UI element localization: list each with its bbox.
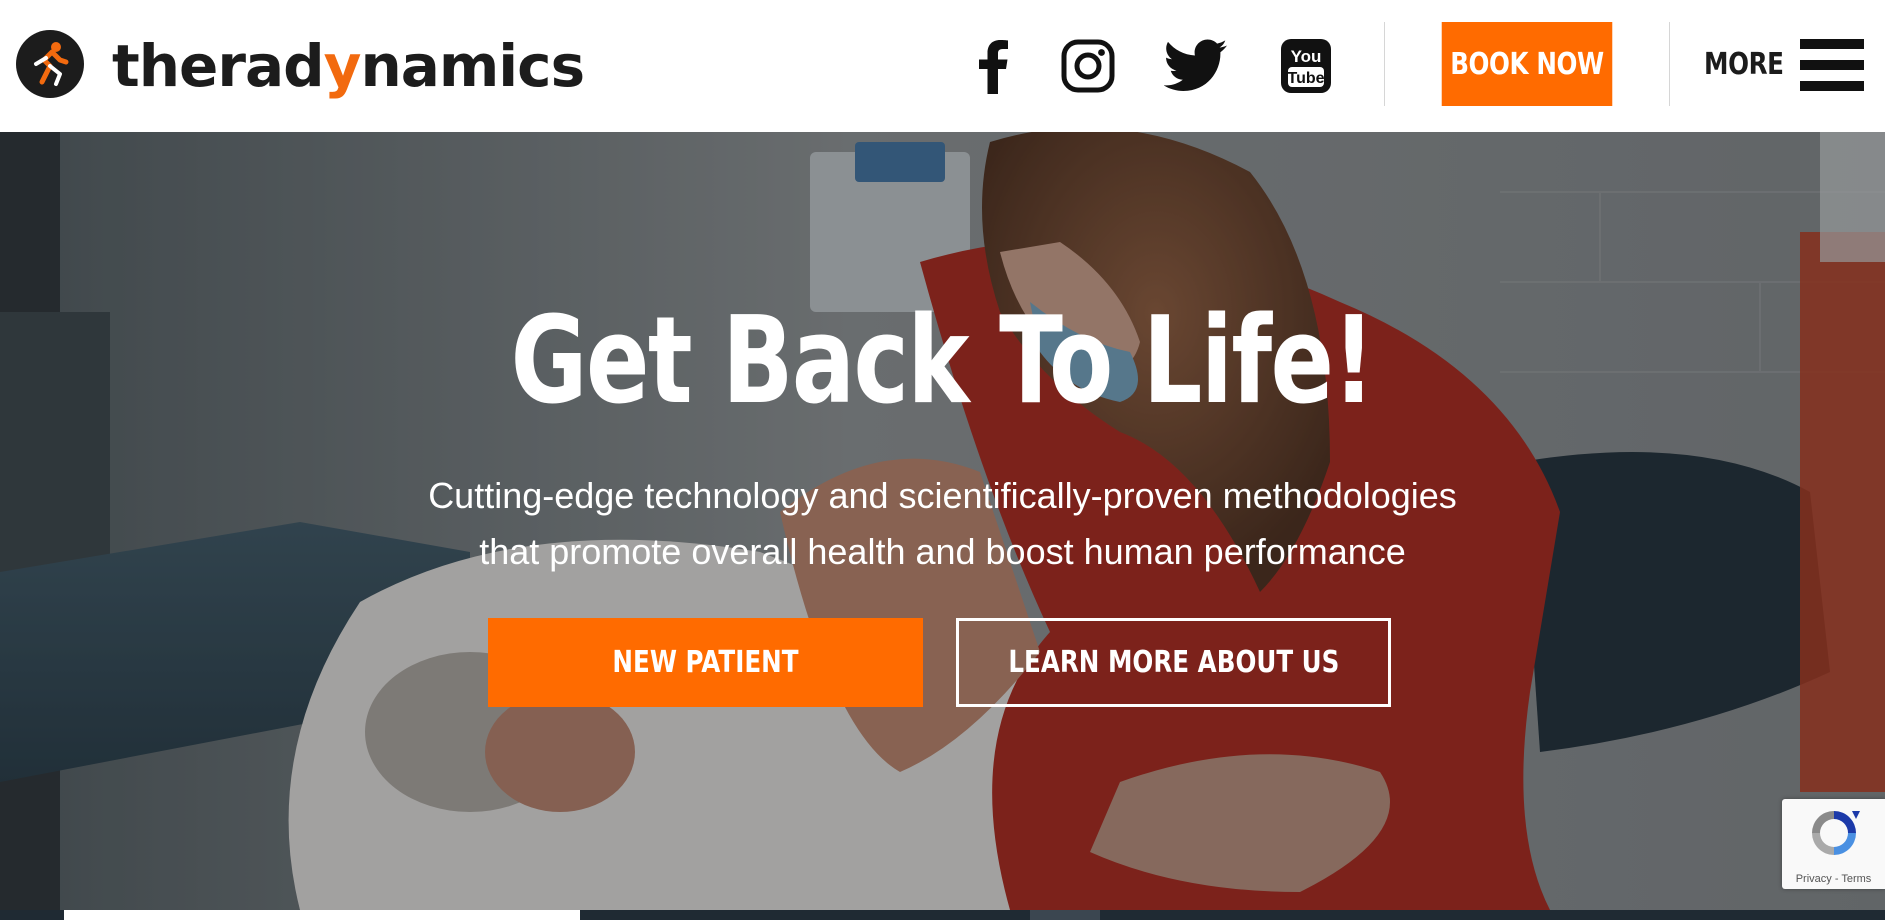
recaptcha-separator: -	[1831, 873, 1842, 885]
header-divider	[1669, 22, 1670, 106]
book-now-button[interactable]: BOOK NOW	[1441, 22, 1613, 106]
youtube-icon[interactable]: You Tube	[1277, 36, 1335, 96]
learn-more-button[interactable]: LEARN MORE ABOUT US	[956, 618, 1391, 707]
hero-subtitle: Cutting-edge technology and scientifical…	[0, 468, 1885, 580]
hero-subtitle-line-1: Cutting-edge technology and scientifical…	[428, 475, 1457, 516]
logo-text-suffix: namics	[360, 32, 585, 100]
instagram-icon[interactable]	[1058, 36, 1118, 96]
site-header: theradynamics You Tube BOOK NOW MORE	[0, 0, 1885, 132]
logo-runner-icon[interactable]	[16, 30, 84, 98]
youtube-tube-text: Tube	[1287, 70, 1324, 87]
next-section-block	[1030, 910, 1100, 920]
recaptcha-privacy-link[interactable]: Privacy	[1796, 873, 1832, 885]
more-menu-button[interactable]: MORE	[1704, 30, 1874, 98]
header-divider	[1384, 22, 1385, 106]
hero-title: Get Back To Life!	[0, 292, 1885, 432]
recaptcha-badge[interactable]: Privacy - Terms	[1782, 799, 1885, 889]
recaptcha-terms-link[interactable]: Terms	[1841, 873, 1871, 885]
logo-wordmark[interactable]: theradynamics	[112, 26, 585, 106]
recaptcha-icon	[1812, 811, 1860, 855]
logo-text-accent: y	[323, 32, 362, 100]
learn-more-label: LEARN MORE ABOUT US	[1007, 645, 1340, 680]
next-section-card	[64, 910, 580, 920]
hero-section: Get Back To Life! Cutting-edge technolog…	[0, 132, 1885, 910]
new-patient-label: NEW PATIENT	[612, 645, 799, 680]
new-patient-button[interactable]: NEW PATIENT	[488, 618, 923, 707]
more-label: MORE	[1704, 46, 1784, 82]
facebook-icon[interactable]	[962, 36, 1022, 96]
twitter-icon[interactable]	[1163, 36, 1229, 96]
recaptcha-links: Privacy - Terms	[1782, 873, 1885, 885]
hero-title-text: Get Back To Life!	[511, 292, 1375, 431]
logo-text-prefix: therad	[112, 32, 325, 100]
youtube-you-text: You	[1291, 47, 1322, 66]
hamburger-menu-icon[interactable]	[1800, 39, 1864, 91]
next-section-strip	[0, 910, 1885, 920]
hero-subtitle-line-2: that promote overall health and boost hu…	[479, 531, 1406, 572]
